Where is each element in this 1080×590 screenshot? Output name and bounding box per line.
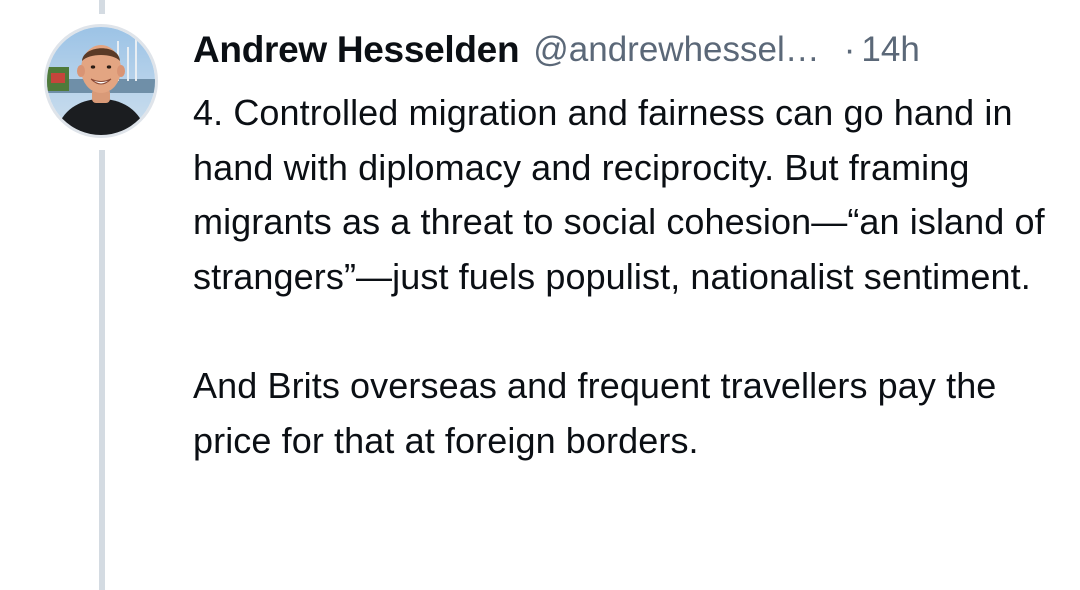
- thread-line: [99, 150, 105, 590]
- post-paragraph: 4. Controlled migration and fairness can…: [193, 92, 1045, 297]
- profile-photo-icon: [47, 27, 155, 135]
- thread-line-top: [99, 0, 105, 14]
- post-header: Andrew Hesselden @andrewhessel… · 14h: [193, 24, 1063, 76]
- author-display-name[interactable]: Andrew Hesselden: [193, 29, 520, 71]
- post-text: 4. Controlled migration and fairness can…: [193, 86, 1053, 468]
- post-paragraph: And Brits overseas and frequent travelle…: [193, 364, 997, 461]
- post-timestamp[interactable]: 14h: [861, 30, 919, 70]
- author-handle[interactable]: @andrewhessel…: [533, 30, 820, 70]
- separator-dot: ·: [843, 30, 856, 69]
- avatar[interactable]: [44, 24, 158, 138]
